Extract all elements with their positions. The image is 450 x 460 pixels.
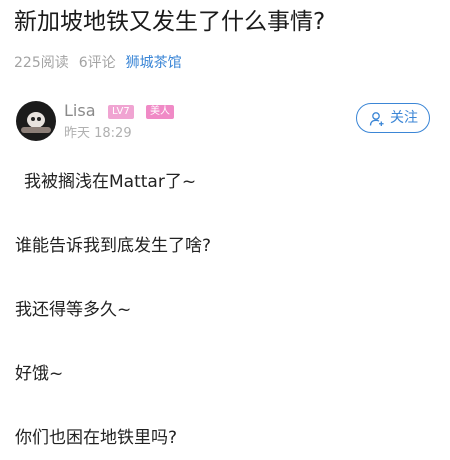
add-user-icon	[369, 112, 384, 126]
post-meta: 225阅读 6评论 狮城茶馆	[14, 53, 182, 73]
role-badge: 美人	[146, 105, 174, 119]
author-name[interactable]: Lisa	[64, 100, 96, 122]
post-line: 我被搁浅在Mattar了~	[24, 172, 197, 192]
author-bar: Lisa LV7 美人 昨天 18:29 关注	[16, 100, 436, 146]
post-line: 我还得等多久~	[15, 300, 132, 320]
avatar[interactable]	[16, 101, 56, 141]
level-badge: LV7	[108, 105, 134, 119]
post-body: 我被搁浅在Mattar了~ 谁能告诉我到底发生了啥? 我还得等多久~ 好饿~ 你…	[15, 170, 435, 450]
forum-link[interactable]: 狮城茶馆	[126, 55, 182, 71]
post-line: 你们也困在地铁里吗?	[15, 428, 178, 448]
follow-button[interactable]: 关注	[356, 103, 430, 133]
post-page: 新加坡地铁又发生了什么事情? 225阅读 6评论 狮城茶馆 Lisa LV7 美人 …	[0, 0, 450, 460]
comment-count[interactable]: 6评论	[79, 55, 116, 71]
post-line: 好饿~	[15, 364, 64, 384]
view-count: 225阅读	[14, 55, 69, 71]
post-line: 谁能告诉我到底发生了啥?	[15, 236, 212, 256]
post-time: 昨天 18:29	[64, 126, 132, 141]
post-title: 新加坡地铁又发生了什么事情?	[14, 9, 326, 35]
follow-label: 关注	[390, 110, 418, 126]
